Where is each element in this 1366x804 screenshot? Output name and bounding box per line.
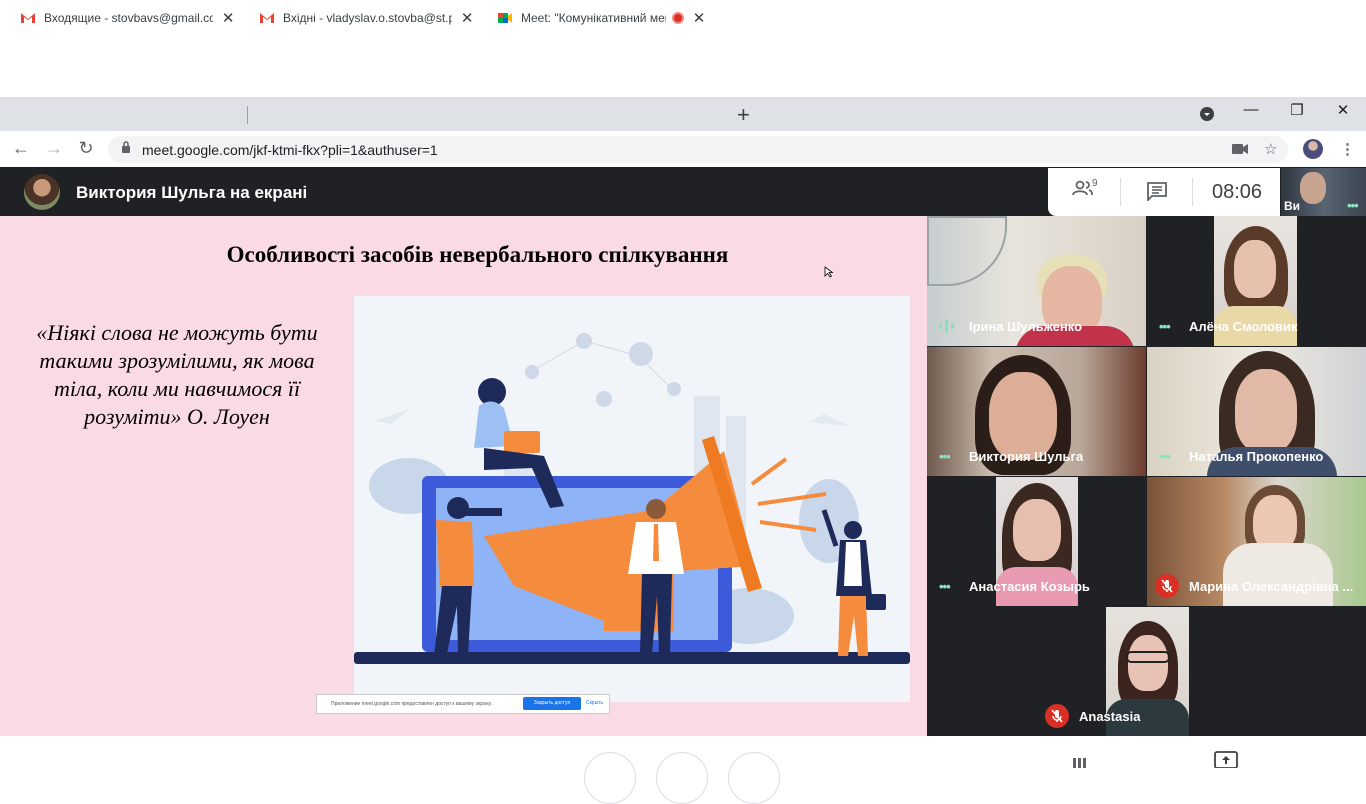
header-divider	[1120, 178, 1121, 206]
participant-name: Anastasia	[1079, 709, 1141, 724]
minimize-button[interactable]: —	[1236, 101, 1266, 118]
forward-arrow-icon[interactable]: →	[42, 138, 66, 159]
chat-icon[interactable]	[1146, 181, 1168, 201]
presenter-avatar	[24, 174, 60, 210]
quote-line: «Ніякі слова не можуть бути	[36, 320, 318, 345]
presenter-title: Виктория Шульга на екрані	[76, 183, 308, 202]
url-text[interactable]: meet.google.com/jkf-ktmi-fkx?pli=1&authu…	[142, 142, 438, 158]
speaking-icon	[939, 319, 954, 333]
reload-icon[interactable]: ↻	[74, 138, 98, 159]
browser-menu-icon[interactable]: ⋮	[1340, 140, 1355, 158]
meeting-clock: 08:06	[1212, 181, 1263, 203]
present-now-icon[interactable]	[1214, 751, 1238, 768]
bookmark-star-icon[interactable]: ☆	[1264, 140, 1277, 158]
quote-line: тіла, коли ми навчимося її	[53, 376, 301, 401]
tab-close-icon[interactable]: ✕	[692, 9, 706, 27]
participant-face	[1013, 499, 1061, 561]
tab-title: Вхідні - vladyslav.o.stovba@st.pdpu.edu.…	[283, 11, 453, 25]
mic-off-icon	[1155, 574, 1179, 598]
participant-name: Алёна Смоловик	[1189, 319, 1298, 334]
participant-name: Марина Олександрівна ...	[1189, 579, 1354, 594]
participant-name: Наталья Прокопенко	[1189, 449, 1324, 464]
participant-face	[1235, 369, 1297, 453]
wall-clock	[927, 216, 1007, 286]
profile-avatar[interactable]	[1303, 139, 1323, 159]
meet-icon	[498, 13, 512, 23]
slide-quote: «Ніякі слова не можуть бути такими зрозу…	[22, 319, 332, 431]
people-count: 9	[1092, 178, 1098, 189]
browser-tab-meet[interactable]: Meet: "Комунікативний менеджмент" ✕	[487, 2, 727, 34]
back-arrow-icon[interactable]: ←	[9, 138, 33, 159]
new-tab-button[interactable]: +	[737, 102, 750, 128]
participant-name: Виктория Шульга	[969, 449, 1084, 464]
participant-face	[1128, 635, 1168, 691]
gmail-icon	[260, 13, 274, 23]
self-view-name: Ви	[1284, 199, 1301, 213]
more-options-icon[interactable]: •••	[1159, 449, 1171, 464]
glasses	[1126, 651, 1170, 663]
slide-title: Особливості засобів невербального спілку…	[226, 242, 729, 267]
tab-divider	[247, 106, 248, 124]
camera-icon[interactable]	[1232, 143, 1248, 155]
lock-icon[interactable]	[121, 141, 131, 153]
mic-off-icon	[1045, 704, 1069, 728]
tab-close-icon[interactable]: ✕	[221, 9, 235, 27]
more-options-icon[interactable]: •••	[939, 449, 951, 464]
quote-line: такими зрозумілими, як мова	[39, 348, 315, 373]
browser-tab-gmail-2[interactable]: Вхідні - vladyslav.o.stovba@st.pdpu.edu.…	[249, 2, 484, 34]
tab-title: Входящие - stovbavs@gmail.com	[44, 11, 214, 25]
participant-name: Анастасия Козырь	[969, 579, 1090, 594]
leave-call-button[interactable]	[656, 752, 708, 804]
more-options-icon[interactable]: •••	[939, 579, 951, 594]
tab-close-icon[interactable]: ✕	[460, 9, 474, 27]
browser-tab-strip	[0, 97, 1366, 131]
tab-title: Meet: "Комунікативний менеджмент"	[521, 11, 666, 25]
close-window-button[interactable]: ✕	[1328, 101, 1358, 119]
stop-sharing-button[interactable]: Закрыть доступ	[523, 697, 581, 710]
mouse-cursor-icon	[824, 266, 834, 278]
participant-face	[989, 372, 1057, 460]
mic-toggle-button[interactable]	[584, 752, 636, 804]
browser-tab-gmail-1[interactable]: Входящие - stovbavs@gmail.com ✕	[10, 2, 245, 34]
participant-name: Ірина Шульженко	[969, 319, 1083, 334]
participant-face	[1234, 240, 1276, 298]
people-icon[interactable]	[1072, 180, 1094, 196]
share-notice-text: Приложение meet.google.com предоставлен …	[331, 701, 492, 707]
captions-icon[interactable]	[1072, 757, 1088, 768]
participant-clothes	[1223, 543, 1333, 606]
camera-toggle-button[interactable]	[728, 752, 780, 804]
quote-line: розуміти» О. Лоуен	[84, 404, 270, 429]
self-view-face	[1300, 172, 1326, 204]
recording-icon	[672, 12, 684, 24]
maximize-button[interactable]: ❐	[1282, 101, 1312, 119]
more-options-icon[interactable]: •••	[1347, 198, 1359, 213]
hide-notice-link[interactable]: Скрыть	[586, 700, 603, 706]
more-options-icon[interactable]: •••	[1159, 319, 1171, 334]
gmail-icon	[21, 13, 35, 23]
megaphone-illustration	[354, 296, 910, 702]
profile-dropdown-icon[interactable]	[1199, 106, 1215, 122]
header-divider	[1192, 178, 1193, 206]
